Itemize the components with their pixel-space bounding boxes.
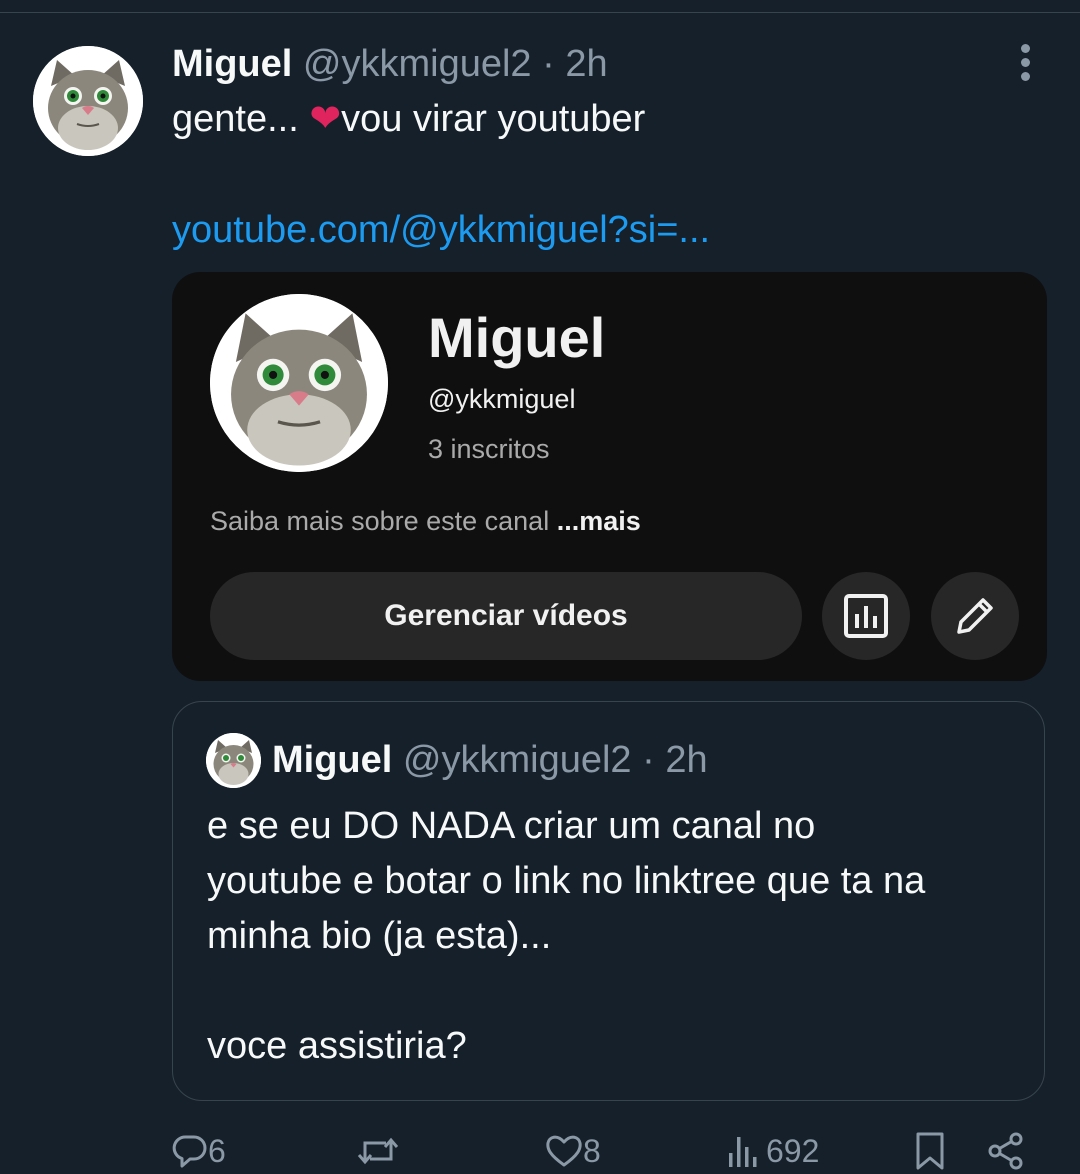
views-button[interactable]: 692 — [726, 1128, 819, 1174]
header-separator: · — [542, 43, 555, 85]
tweet-text-start: gente... — [172, 98, 310, 140]
cat-avatar-image — [206, 733, 261, 788]
quoted-tweet-time: 2h — [665, 739, 708, 781]
view-count: 692 — [766, 1132, 820, 1169]
tweet-time[interactable]: 2h — [565, 43, 607, 85]
quoted-tweet-text: e se eu DO NADA criar um canal no youtub… — [207, 805, 926, 1067]
heart-emoji: ❤ — [309, 98, 342, 140]
quoted-tweet-header: Miguel @ykkmiguel2 · 2h — [272, 736, 708, 784]
author-name[interactable]: Miguel — [172, 43, 292, 85]
retweet-button[interactable] — [356, 1128, 400, 1174]
pencil-icon — [957, 598, 993, 634]
like-icon — [546, 1135, 582, 1167]
cat-avatar-image — [33, 46, 143, 156]
channel-avatar — [210, 294, 388, 472]
tweet-header: Miguel @ykkmiguel2 · 2h — [172, 40, 608, 88]
more-options-button[interactable] — [1004, 40, 1046, 86]
analytics-button — [822, 572, 910, 660]
divider — [0, 12, 1080, 13]
share-icon — [988, 1132, 1023, 1170]
youtube-channel-card[interactable]: Miguel @ykkmiguel 3 inscritos Saiba mais… — [172, 272, 1047, 681]
author-avatar[interactable] — [33, 46, 143, 156]
channel-name: Miguel — [428, 306, 606, 369]
reply-button[interactable]: 6 — [172, 1128, 226, 1174]
description-text: Saiba mais sobre este canal — [210, 506, 557, 536]
tweet-text-end: vou virar youtuber — [341, 98, 646, 140]
views-icon — [729, 1137, 757, 1167]
subscriber-count: 3 inscritos — [428, 434, 550, 464]
reply-count: 6 — [208, 1132, 226, 1169]
channel-handle: @ykkmiguel — [428, 384, 576, 414]
author-handle[interactable]: @ykkmiguel2 — [303, 43, 532, 85]
more-link: ...mais — [556, 506, 641, 536]
reply-icon — [172, 1135, 207, 1168]
bookmark-button[interactable] — [912, 1128, 948, 1174]
share-button[interactable] — [986, 1128, 1026, 1174]
retweet-icon — [357, 1137, 399, 1165]
like-count: 8 — [583, 1132, 601, 1169]
edit-channel-button — [931, 572, 1019, 660]
channel-description: Saiba mais sobre este canal ...mais — [210, 506, 641, 537]
like-button[interactable]: 8 — [545, 1128, 601, 1174]
tweet-text: gente... ❤vou virar youtuber — [172, 96, 645, 142]
tweet-action-bar: 6 8 692 — [0, 1128, 1080, 1174]
quoted-author-handle: @ykkmiguel2 — [402, 739, 632, 781]
cat-avatar-image — [210, 294, 388, 472]
bookmark-icon — [916, 1132, 944, 1170]
quoted-tweet[interactable]: Miguel @ykkmiguel2 · 2h e se eu DO NADA … — [172, 701, 1045, 1101]
quoted-author-avatar — [206, 733, 261, 788]
chart-icon — [844, 594, 888, 638]
quoted-header-separator: · — [642, 739, 655, 781]
youtube-link[interactable]: youtube.com/@ykkmiguel?si=... — [172, 206, 710, 254]
quoted-author-name: Miguel — [272, 739, 393, 781]
manage-videos-button: Gerenciar vídeos — [210, 572, 802, 660]
